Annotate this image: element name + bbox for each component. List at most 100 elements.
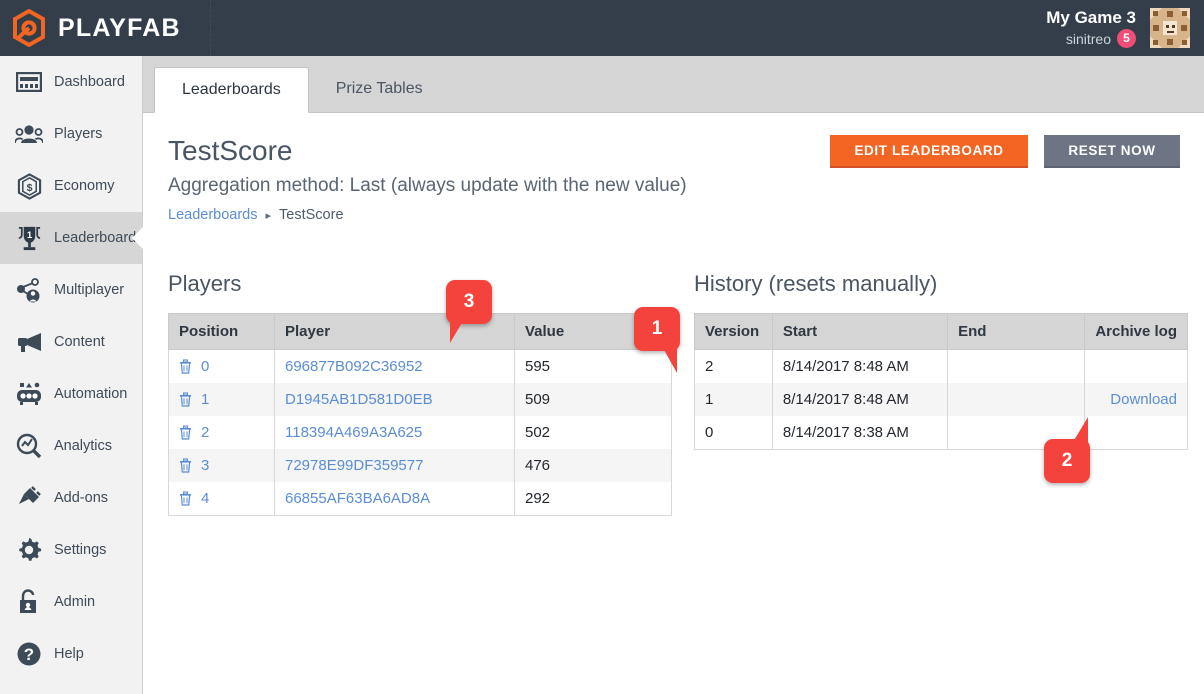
account-info[interactable]: My Game 3 sinitreo 5 [1046,8,1136,49]
player-id-link[interactable]: 66855AF63BA6AD8A [285,490,430,507]
trash-icon[interactable] [179,359,192,374]
table-row[interactable]: 2 8/14/2017 8:48 AM [695,350,1188,384]
callout-marker-3: 3 [446,280,492,324]
brand-name: PLAYFAB [58,14,181,43]
trash-icon[interactable] [179,458,192,473]
history-header-row: Version Start End Archive log [695,314,1188,350]
player-id-link[interactable]: 72978E99DF359577 [285,457,423,474]
gear-icon [12,537,46,563]
cell-end [948,350,1085,384]
sidebar-item-dashboard[interactable]: Dashboard [0,56,142,108]
sidebar-item-content[interactable]: Content [0,316,142,368]
cell-start: 8/14/2017 8:48 AM [772,383,947,416]
sidebar-item-label: Dashboard [54,74,125,90]
top-header: PLAYFAB My Game 3 sinitreo 5 [0,0,1204,56]
players-table-head: Position Player Value [169,314,672,350]
column-header-archive-log[interactable]: Archive log [1085,314,1188,350]
cell-player: 696877B092C36952 [275,350,515,384]
position-value: 0 [201,358,209,375]
cell-version: 0 [695,416,773,450]
column-header-version[interactable]: Version [695,314,773,350]
sidebar-item-leaderboards[interactable]: 1 Leaderboards [0,212,142,264]
economy-icon: $ [12,173,46,200]
position-value: 3 [201,457,209,474]
sidebar-item-admin[interactable]: Admin [0,576,142,628]
player-id-link[interactable]: 696877B092C36952 [285,358,423,375]
cell-position: 2 [169,416,275,449]
player-id-link[interactable]: 118394A469A3A625 [285,424,422,441]
callout-label: 3 [464,291,475,313]
cell-end [948,383,1085,416]
svg-text:?: ? [24,645,34,664]
dashboard-icon [12,72,46,92]
cell-value: 502 [515,416,672,449]
sidebar-item-label: Content [54,334,105,350]
sidebar-item-label: Analytics [54,438,112,454]
cell-start: 8/14/2017 8:48 AM [772,350,947,384]
reset-now-button[interactable]: RESET NOW [1044,135,1180,168]
position-value: 1 [201,391,209,408]
multiplayer-icon [12,277,46,303]
sidebar-item-add-ons[interactable]: Add-ons [0,472,142,524]
game-avatar-icon[interactable] [1148,6,1192,50]
brand-logo[interactable]: PLAYFAB [0,9,181,47]
cell-value: 476 [515,449,672,482]
sidebar-item-label: Automation [54,386,127,402]
breadcrumb-current: TestScore [279,207,343,223]
players-icon [12,124,46,144]
tab-leaderboards[interactable]: Leaderboards [154,67,309,113]
callout-tail [663,348,677,373]
sidebar-item-players[interactable]: Players [0,108,142,160]
table-row[interactable]: 4 66855AF63BA6AD8A 292 [169,482,672,516]
sidebar-item-analytics[interactable]: Analytics [0,420,142,472]
position-value: 2 [201,424,209,441]
callout-tail [1073,417,1088,442]
sidebar-item-label: Add-ons [54,490,108,506]
sidebar-item-label: Settings [54,542,106,558]
sidebar-item-multiplayer[interactable]: Multiplayer [0,264,142,316]
player-id-link[interactable]: D1945AB1D581D0EB [285,391,433,408]
breadcrumb-link-leaderboards[interactable]: Leaderboards [168,207,258,223]
sidebar-item-automation[interactable]: Automation [0,368,142,420]
sidebar-item-settings[interactable]: Settings [0,524,142,576]
breadcrumb: Leaderboards ▸ TestScore [168,207,1180,223]
column-header-position[interactable]: Position [169,314,275,350]
notification-badge[interactable]: 5 [1117,29,1136,48]
tab-prize-tables[interactable]: Prize Tables [309,66,450,112]
username: sinitreo [1066,31,1111,47]
column-header-start[interactable]: Start [772,314,947,350]
players-header-row: Position Player Value [169,314,672,350]
table-row[interactable]: 3 72978E99DF359577 476 [169,449,672,482]
history-table-head: Version Start End Archive log [695,314,1188,350]
table-row[interactable]: 1 8/14/2017 8:48 AM Download [695,383,1188,416]
table-row[interactable]: 1 D1945AB1D581D0EB 509 [169,383,672,416]
plug-icon [12,485,46,511]
download-link[interactable]: Download [1110,391,1177,408]
sidebar-item-help[interactable]: ? Help [0,628,142,680]
aggregation-method-text: Aggregation method: Last (always update … [168,175,1180,197]
sidebar-item-label: Players [54,126,102,142]
history-heading: History (resets manually) [694,271,1188,297]
edit-leaderboard-button[interactable]: EDIT LEADERBOARD [830,135,1028,168]
table-row[interactable]: 0 696877B092C36952 595 [169,350,672,384]
cell-player: 72978E99DF359577 [275,449,515,482]
svg-text:1: 1 [26,230,32,241]
trash-icon[interactable] [179,491,192,506]
sidebar-item-label: Economy [54,178,114,194]
position-value: 4 [201,490,209,507]
trash-icon[interactable] [179,425,192,440]
lock-icon [12,589,46,615]
table-row[interactable]: 2 118394A469A3A625 502 [169,416,672,449]
cell-position: 3 [169,449,275,482]
cell-version: 1 [695,383,773,416]
sidebar-item-economy[interactable]: $ Economy [0,160,142,212]
trophy-icon: 1 [12,225,46,252]
table-row[interactable]: 0 8/14/2017 8:38 AM [695,416,1188,450]
sidebar-item-label: Multiplayer [54,282,124,298]
trash-icon[interactable] [179,392,192,407]
column-header-end[interactable]: End [948,314,1085,350]
automation-icon [12,382,46,406]
cell-player: D1945AB1D581D0EB [275,383,515,416]
players-panel: Players Position Player Value [168,271,672,516]
cell-value: 292 [515,482,672,516]
